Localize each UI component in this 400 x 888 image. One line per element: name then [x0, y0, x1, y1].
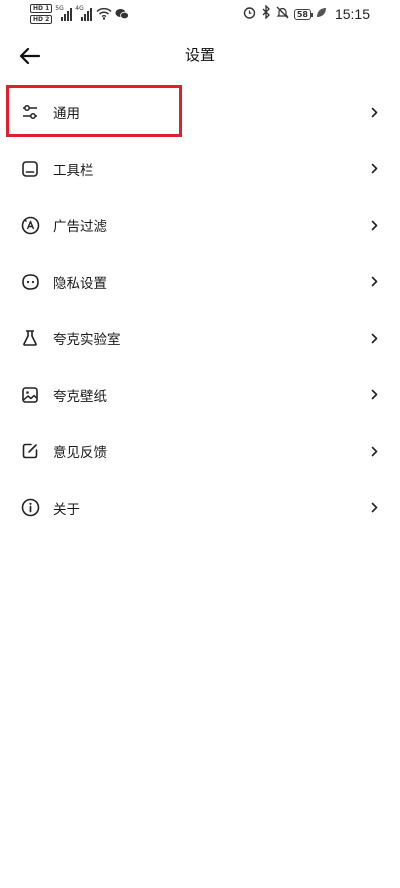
bluetooth-icon [261, 4, 271, 23]
status-bar: HD 1 HD 2 5G 4G 58 15:15 [0, 0, 400, 28]
chevron-right-icon [370, 332, 378, 344]
menu-item-lab[interactable]: 夸克实验室 [0, 310, 400, 367]
menu-item-general[interactable]: 通用 [0, 84, 400, 141]
chevron-right-icon [370, 163, 378, 175]
feedback-icon [20, 441, 40, 461]
menu-item-toolbar[interactable]: 工具栏 [0, 141, 400, 198]
menu-item-label: 夸克实验室 [53, 332, 121, 349]
chevron-right-icon [370, 106, 378, 118]
wechat-icon [115, 5, 130, 24]
menu-item-label: 工具栏 [53, 162, 94, 179]
menu-item-label: 隐私设置 [53, 275, 107, 292]
status-left: HD 1 HD 2 5G 4G [30, 4, 130, 24]
chevron-right-icon [370, 276, 378, 288]
menu-item-label: 关于 [53, 501, 80, 518]
toolbar-icon [20, 159, 40, 179]
privacy-icon [20, 272, 40, 292]
header: 设置 [0, 28, 400, 84]
hd2-badge: HD 2 [30, 15, 53, 24]
menu-item-label: 广告过滤 [53, 219, 107, 236]
clock: 15:15 [334, 6, 370, 22]
menu-item-label: 意见反馈 [53, 445, 107, 462]
battery-indicator: 58 [293, 8, 314, 20]
chevron-right-icon [370, 389, 378, 401]
page-title: 设置 [184, 46, 215, 64]
menu-item-wallpaper[interactable]: 夸克壁纸 [0, 367, 400, 424]
mute-icon [276, 6, 289, 23]
alarm-icon [243, 6, 256, 23]
settings-menu: 通用 工具栏 广告过滤 隐私设置 夸克实验室 夸克壁纸 意见反馈 关于 [0, 84, 400, 536]
signal-2-gen: 4G [75, 5, 84, 12]
hd-indicators: HD 1 HD 2 [30, 4, 53, 24]
info-icon [20, 498, 40, 518]
chevron-right-icon [370, 219, 378, 231]
signal-1-gen: 5G [55, 5, 64, 12]
menu-item-ad-filter[interactable]: 广告过滤 [0, 197, 400, 254]
menu-item-about[interactable]: 关于 [0, 480, 400, 537]
status-right: 58 15:15 [243, 4, 370, 23]
chevron-right-icon [370, 502, 378, 514]
chevron-right-icon [370, 445, 378, 457]
signal-2-icon: 4G [75, 5, 93, 21]
flask-icon [20, 328, 40, 348]
ad-filter-icon [20, 215, 40, 235]
menu-item-feedback[interactable]: 意见反馈 [0, 423, 400, 480]
sliders-icon [20, 102, 40, 122]
menu-item-label: 通用 [53, 106, 80, 123]
hd1-badge: HD 1 [30, 4, 53, 13]
menu-item-privacy[interactable]: 隐私设置 [0, 254, 400, 311]
signal-1-icon: 5G [55, 5, 73, 21]
leaf-icon [316, 7, 327, 22]
wifi-icon [96, 5, 112, 24]
menu-item-label: 夸克壁纸 [53, 388, 107, 405]
wallpaper-icon [20, 385, 40, 405]
